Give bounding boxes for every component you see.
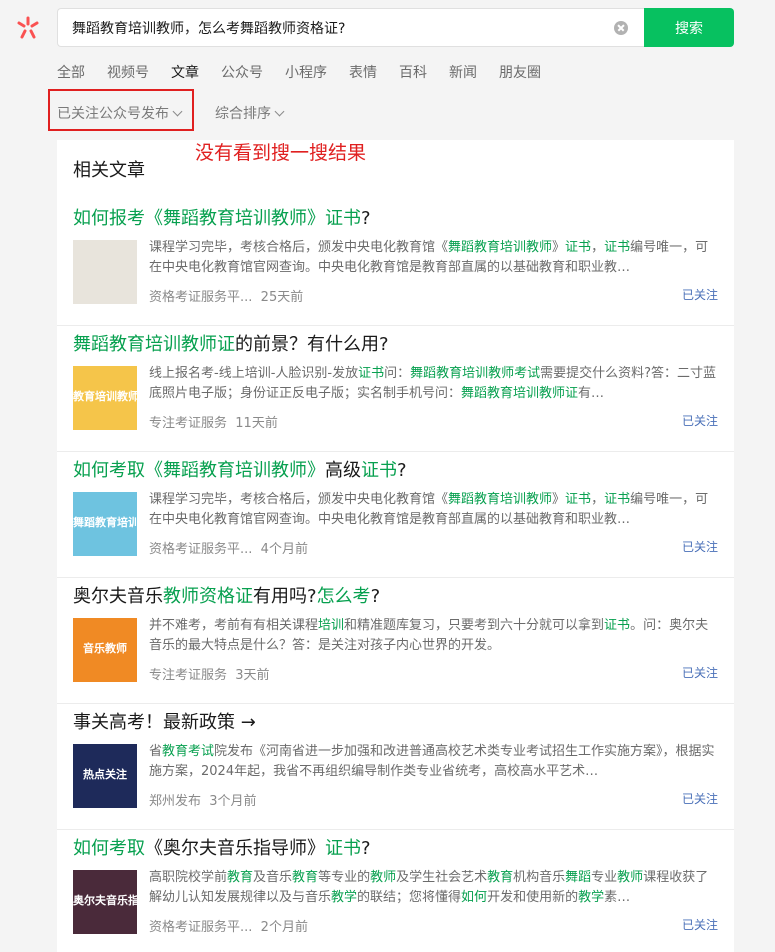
- publish-time: 4个月前: [260, 542, 308, 557]
- article-title[interactable]: 事关高考！最新政策 →: [73, 710, 713, 736]
- source-name: 专注考证服务: [149, 668, 228, 683]
- article-thumbnail[interactable]: 奥尔夫音乐指导: [73, 870, 137, 934]
- tab-7[interactable]: 新闻: [449, 62, 477, 84]
- followed-badge: 已关注: [681, 918, 718, 932]
- thumbnail-text: 奥尔夫音乐指导: [73, 894, 137, 907]
- thumbnail-text: 舞蹈教育培训教师: [73, 516, 137, 529]
- followed-badge: 已关注: [681, 414, 718, 428]
- search-box: [57, 8, 644, 47]
- tab-5[interactable]: 表情: [349, 62, 377, 84]
- article-title[interactable]: 如何报考《舞蹈教育培训教师》证书?: [73, 206, 713, 232]
- thumbnail-text: 热点关注: [83, 768, 127, 781]
- annotation-text: 没有看到搜一搜结果: [195, 142, 367, 164]
- article-item[interactable]: 如何报考《舞蹈教育培训教师》证书? 课程学习完毕，考核合格后，颁发中央电化教育馆《…: [57, 200, 734, 326]
- search-button[interactable]: 搜索: [644, 8, 734, 47]
- results-card: 相关文章 如何报考《舞蹈教育培训教师》证书? 课程学习完毕，考核合格后，颁发中央电…: [57, 140, 734, 952]
- tab-1[interactable]: 视频号: [107, 62, 149, 84]
- source-name: 资格考证服务平...: [149, 920, 253, 935]
- publish-time: 11天前: [235, 416, 278, 431]
- article-item[interactable]: 舞蹈教育培训教师证的前景？有什么用? 教育培训教师 线上报名考-线上培训-人脸识别-…: [57, 326, 734, 452]
- article-item[interactable]: 奥尔夫音乐教师资格证有用吗?怎么考? 音乐教师 并不难考，考前有有相关课程培训和精准…: [57, 578, 734, 704]
- tab-6[interactable]: 百科: [399, 62, 427, 84]
- article-title[interactable]: 舞蹈教育培训教师证的前景？有什么用?: [73, 332, 713, 358]
- article-title[interactable]: 如何考取《奥尔夫音乐指导师》证书?: [73, 836, 713, 862]
- tab-8[interactable]: 朋友圈: [499, 62, 541, 84]
- article-item[interactable]: 如何考取《舞蹈教育培训教师》高级证书? 舞蹈教育培训教师课程学习完毕，考核合格后，…: [57, 452, 734, 578]
- article-title[interactable]: 奥尔夫音乐教师资格证有用吗?怎么考?: [73, 584, 713, 610]
- article-source[interactable]: 资格考证服务平... 4个月前: [149, 538, 308, 557]
- article-thumbnail[interactable]: 热点关注: [73, 744, 137, 808]
- chevron-down-icon: [274, 106, 285, 117]
- article-title[interactable]: 如何考取《舞蹈教育培训教师》高级证书?: [73, 458, 713, 484]
- article-item[interactable]: 事关高考！最新政策 → 热点关注 省教育考试院发布《河南省进一步加强和改进普通高校艺…: [57, 704, 734, 830]
- publish-time: 3个月前: [209, 794, 257, 809]
- article-item[interactable]: 如何考取《奥尔夫音乐指导师》证书? 奥尔夫音乐指导高职院校学前教育及音乐教育等专业…: [57, 830, 734, 952]
- article-snippet: 省教育考试院发布《河南省进一步加强和改进普通高校艺术类专业考试招生工作实施方案》…: [149, 744, 715, 779]
- article-thumbnail[interactable]: [73, 240, 137, 304]
- search-input[interactable]: [72, 9, 602, 46]
- article-thumbnail[interactable]: 教育培训教师: [73, 366, 137, 430]
- article-source[interactable]: 资格考证服务平... 2个月前: [149, 916, 308, 935]
- article-source[interactable]: 郑州发布 3个月前: [149, 790, 257, 809]
- source-name: 郑州发布: [149, 794, 202, 809]
- followed-badge: 已关注: [681, 540, 718, 554]
- article-snippet: 线上报名考-线上培训-人脸识别-发放证书问：舞蹈教育培训教师考试需要提交什么资料…: [149, 366, 717, 401]
- category-tabs: 全部 视频号 文章 公众号 小程序 表情 百科 新闻 朋友圈: [57, 62, 563, 84]
- source-name: 专注考证服务: [149, 416, 228, 431]
- sort-dropdown[interactable]: 综合排序: [215, 104, 285, 124]
- thumbnail-text: 教育培训教师: [73, 390, 137, 403]
- tab-4[interactable]: 小程序: [285, 62, 327, 84]
- source-name: 资格考证服务平...: [149, 542, 253, 557]
- publish-time: 2个月前: [260, 920, 308, 935]
- article-snippet: 课程学习完毕，考核合格后，颁发中央电化教育馆《舞蹈教育培训教师》证书，证书编号唯…: [149, 240, 709, 275]
- source-name: 资格考证服务平...: [149, 290, 253, 305]
- section-title: 相关文章: [73, 160, 145, 181]
- search-logo-icon: [17, 16, 39, 39]
- article-source[interactable]: 专注考证服务 3天前: [149, 664, 270, 683]
- followed-badge: 已关注: [681, 666, 718, 680]
- thumbnail-text: 音乐教师: [83, 642, 127, 655]
- publish-time: 25天前: [260, 290, 304, 305]
- article-snippet: 并不难考，考前有有相关课程培训和精准题库复习，只要考到六十分就可以拿到证书。问：…: [149, 618, 709, 653]
- article-snippet: 课程学习完毕，考核合格后，颁发中央电化教育馆《舞蹈教育培训教师》证书，证书编号唯…: [149, 492, 709, 527]
- clear-icon[interactable]: [614, 21, 628, 35]
- article-snippet: 高职院校学前教育及音乐教育等专业的教师及学生社会艺术教育机构音乐舞蹈专业教师课程…: [149, 870, 709, 905]
- tab-3[interactable]: 公众号: [221, 62, 263, 84]
- publish-time: 3天前: [235, 668, 270, 683]
- sort-label: 综合排序: [215, 106, 271, 122]
- annotation-highlight-box: [48, 89, 194, 131]
- article-source[interactable]: 专注考证服务 11天前: [149, 412, 278, 431]
- tab-0[interactable]: 全部: [57, 62, 85, 84]
- article-source[interactable]: 资格考证服务平... 25天前: [149, 286, 303, 305]
- tab-2[interactable]: 文章: [171, 62, 199, 84]
- followed-badge: 已关注: [681, 288, 718, 302]
- followed-badge: 已关注: [681, 792, 718, 806]
- article-thumbnail[interactable]: 音乐教师: [73, 618, 137, 682]
- article-thumbnail[interactable]: 舞蹈教育培训教师: [73, 492, 137, 556]
